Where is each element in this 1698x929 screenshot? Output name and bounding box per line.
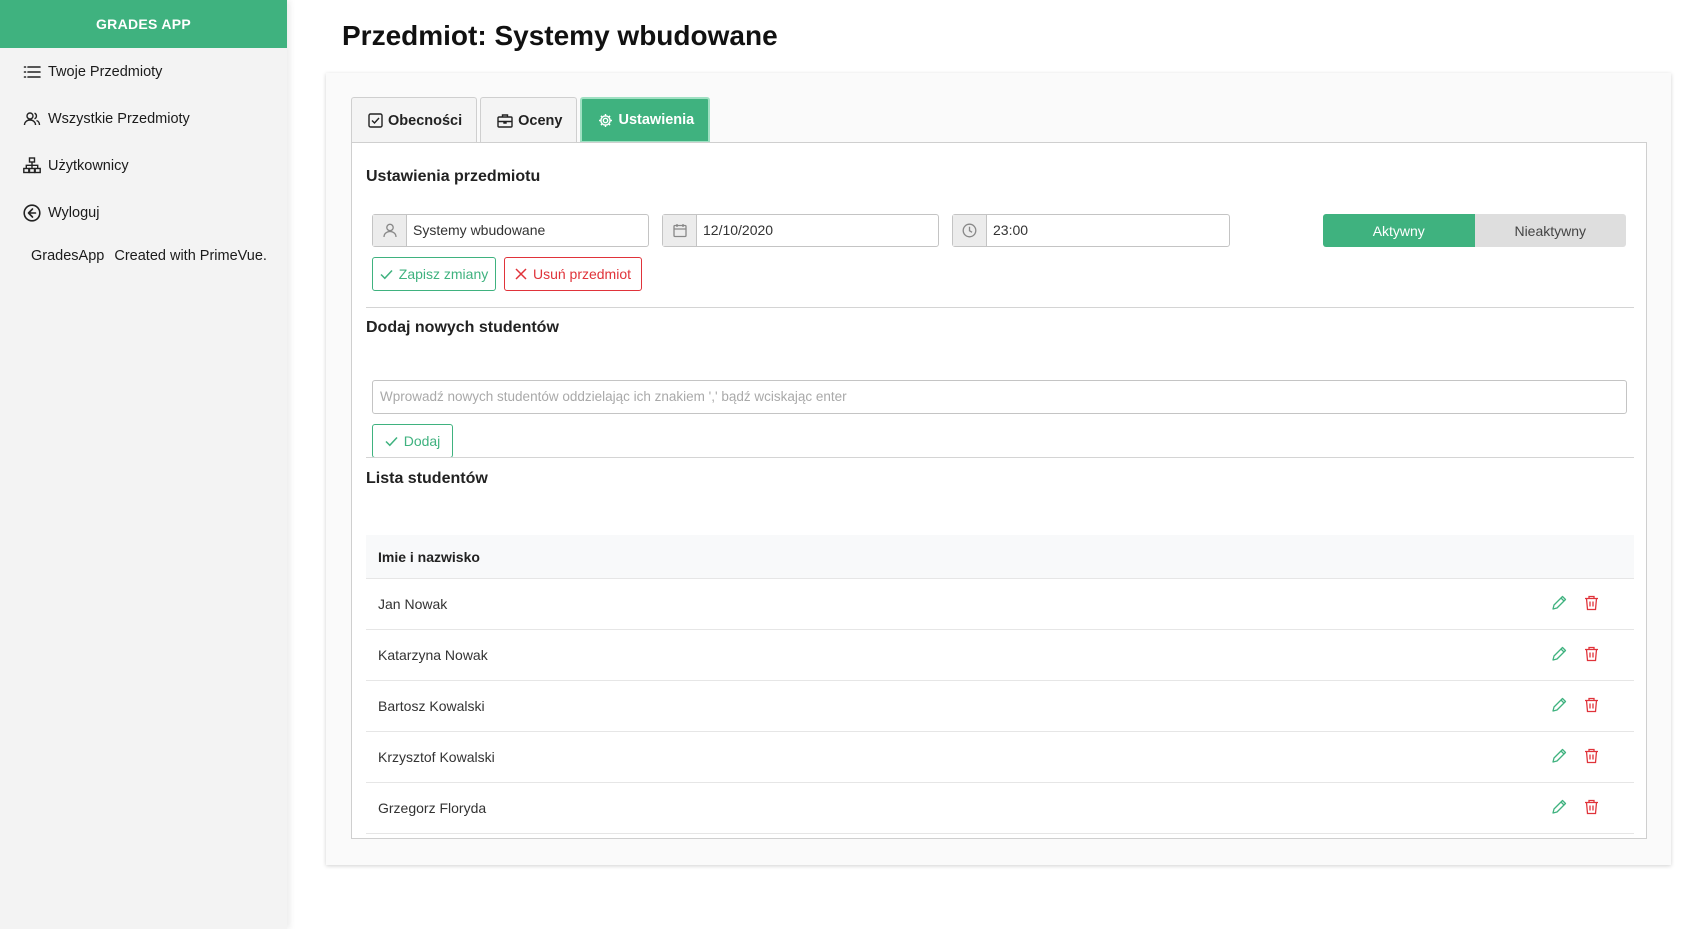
check-square-icon bbox=[368, 113, 383, 128]
table-header: Imie i nazwisko bbox=[366, 535, 1634, 579]
subject-name-field[interactable]: Systemy wbudowane bbox=[372, 214, 649, 247]
footer-credit: Created with PrimeVue. bbox=[114, 248, 267, 264]
trash-icon[interactable] bbox=[1584, 799, 1604, 819]
pencil-icon[interactable] bbox=[1551, 799, 1571, 819]
students-list-title: Lista studentów bbox=[366, 470, 488, 487]
save-button[interactable]: Zapisz zmiany bbox=[372, 257, 496, 291]
delete-subject-button[interactable]: Usuń przedmiot bbox=[504, 257, 642, 291]
divider bbox=[366, 457, 1634, 458]
table-row: Katarzyna Nowak bbox=[366, 630, 1634, 681]
table-row: Krzysztof Kowalski bbox=[366, 732, 1634, 783]
add-label: Dodaj bbox=[403, 433, 441, 449]
check-icon bbox=[380, 269, 393, 280]
sidebar-item-label: Wszystkie Przedmioty bbox=[48, 110, 190, 127]
footer-note: GradesApp Created with PrimeVue. bbox=[0, 236, 287, 264]
users-icon bbox=[22, 109, 42, 129]
divider bbox=[366, 307, 1634, 308]
footer-app-name: GradesApp bbox=[31, 248, 105, 264]
settings-panel: Ustawienia przedmiotu Systemy wbudowane … bbox=[351, 142, 1647, 839]
tab-settings[interactable]: Ustawienia bbox=[580, 97, 711, 143]
subject-name-value: Systemy wbudowane bbox=[413, 222, 546, 238]
tab-label: Oceny bbox=[518, 112, 563, 129]
cog-icon bbox=[598, 113, 613, 128]
app-brand: GRADES APP bbox=[0, 0, 287, 48]
subject-card: Obecności Oceny Ustawienia Ustawienia pr… bbox=[326, 73, 1671, 865]
add-students-button[interactable]: Dodaj bbox=[372, 424, 453, 458]
trash-icon[interactable] bbox=[1584, 748, 1604, 768]
sidebar-item-all-subjects[interactable]: Wszystkie Przedmioty bbox=[0, 95, 287, 142]
table-row: Bartosz Kowalski bbox=[366, 681, 1634, 732]
sidebar: GRADES APP Twoje Przedmioty Wszystkie Pr… bbox=[0, 0, 287, 929]
students-table: Imie i nazwisko Jan Nowak Katarzyna Nowa… bbox=[366, 535, 1634, 834]
column-header-name: Imie i nazwisko bbox=[378, 548, 480, 565]
trash-icon[interactable] bbox=[1584, 646, 1604, 666]
clock-icon bbox=[953, 215, 987, 246]
tab-label: Obecności bbox=[388, 112, 463, 129]
student-name: Jan Nowak bbox=[378, 596, 448, 612]
sidebar-item-label: Wyloguj bbox=[48, 204, 100, 221]
subject-date-field[interactable]: 12/10/2020 bbox=[662, 214, 939, 247]
tab-grades[interactable]: Oceny bbox=[480, 97, 578, 143]
tab-label: Ustawienia bbox=[618, 112, 695, 128]
tab-bar: Obecności Oceny Ustawienia bbox=[351, 97, 713, 143]
student-name: Bartosz Kowalski bbox=[378, 698, 485, 714]
settings-title: Ustawienia przedmiotu bbox=[366, 168, 541, 185]
student-name: Katarzyna Nowak bbox=[378, 647, 488, 663]
arrow-circle-left-icon bbox=[22, 203, 42, 223]
pencil-icon[interactable] bbox=[1551, 595, 1571, 615]
delete-label: Usuń przedmiot bbox=[532, 266, 632, 282]
student-name: Grzegorz Floryda bbox=[378, 800, 487, 816]
student-name: Krzysztof Kowalski bbox=[378, 749, 495, 765]
page-title: Przedmiot: Systemy wbudowane bbox=[342, 20, 778, 51]
new-students-input[interactable]: Wprowadź nowych studentów oddzielając ic… bbox=[372, 380, 1627, 414]
sidebar-item-your-subjects[interactable]: Twoje Przedmioty bbox=[0, 48, 287, 95]
sidebar-item-users[interactable]: Użytkownicy bbox=[0, 142, 287, 189]
user-icon bbox=[373, 215, 407, 246]
pencil-icon[interactable] bbox=[1551, 646, 1571, 666]
sidebar-item-label: Twoje Przedmioty bbox=[48, 63, 163, 80]
briefcase-icon bbox=[497, 113, 513, 128]
tab-attendance[interactable]: Obecności bbox=[351, 97, 478, 143]
sidebar-item-label: Użytkownicy bbox=[48, 157, 129, 174]
pencil-icon[interactable] bbox=[1551, 697, 1571, 717]
status-active-option[interactable]: Aktywny bbox=[1323, 214, 1475, 247]
status-inactive-option[interactable]: Nieaktywny bbox=[1474, 214, 1626, 247]
trash-icon[interactable] bbox=[1584, 697, 1604, 717]
close-icon bbox=[515, 268, 527, 280]
table-row: Jan Nowak bbox=[366, 579, 1634, 630]
add-students-title: Dodaj nowych studentów bbox=[366, 319, 559, 336]
sitemap-icon bbox=[22, 156, 42, 176]
sidebar-item-logout[interactable]: Wyloguj bbox=[0, 189, 287, 236]
subject-time-value: 23:00 bbox=[993, 222, 1029, 238]
subject-time-field[interactable]: 23:00 bbox=[952, 214, 1230, 247]
subject-date-value: 12/10/2020 bbox=[703, 222, 774, 238]
table-row: Grzegorz Floryda bbox=[366, 783, 1634, 834]
calendar-icon bbox=[663, 215, 697, 246]
trash-icon[interactable] bbox=[1584, 595, 1604, 615]
status-selector: Aktywny Nieaktywny bbox=[1323, 214, 1626, 247]
list-icon bbox=[22, 62, 42, 82]
save-label: Zapisz zmiany bbox=[398, 266, 489, 282]
pencil-icon[interactable] bbox=[1551, 748, 1571, 768]
check-icon bbox=[385, 436, 398, 447]
